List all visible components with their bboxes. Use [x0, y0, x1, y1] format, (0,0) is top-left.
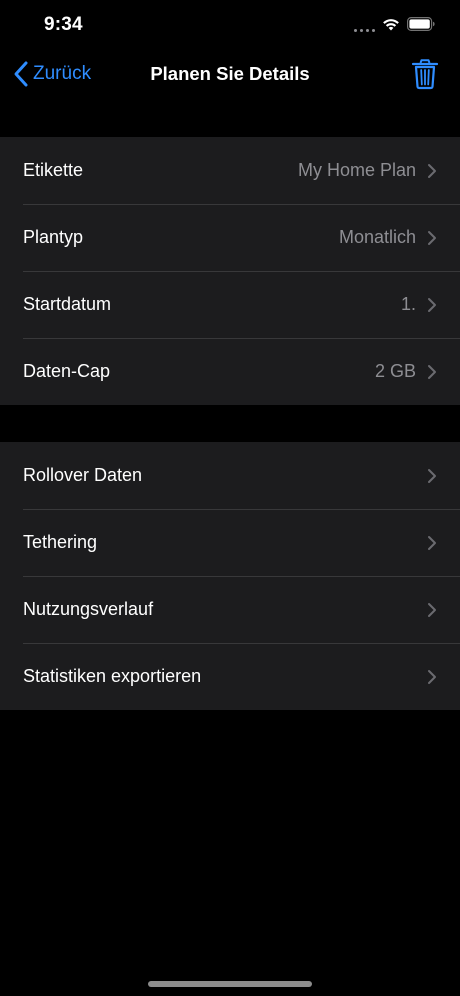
row-tethering[interactable]: Tethering — [0, 509, 460, 576]
chevron-right-icon — [428, 669, 436, 684]
row-startdatum[interactable]: Startdatum 1. — [0, 271, 460, 338]
chevron-right-icon — [428, 602, 436, 617]
row-rollover-daten[interactable]: Rollover Daten — [0, 442, 460, 509]
row-label: Statistiken exportieren — [23, 666, 202, 686]
chevron-right-icon — [428, 364, 436, 379]
plan-details-group: Etikette My Home Plan Plantyp Monatlich … — [0, 137, 460, 405]
chevron-left-icon — [14, 61, 28, 87]
row-value: My Home Plan — [297, 160, 416, 180]
row-label: Nutzungsverlauf — [23, 599, 154, 619]
row-label: Rollover Daten — [23, 465, 143, 485]
battery-icon — [407, 17, 435, 31]
chevron-right-icon — [428, 468, 436, 483]
row-value: 2 GB — [374, 361, 416, 381]
signal-icon — [354, 29, 375, 32]
row-label: Tethering — [23, 532, 98, 552]
status-time: 9:34 — [44, 14, 83, 35]
chevron-right-icon — [428, 535, 436, 550]
row-nutzungsverlauf[interactable]: Nutzungsverlauf — [0, 576, 460, 643]
row-etikette[interactable]: Etikette My Home Plan — [0, 137, 460, 204]
chevron-right-icon — [428, 230, 436, 245]
row-label: Daten-Cap — [23, 361, 111, 381]
chevron-right-icon — [428, 297, 436, 312]
status-bar: 9:34 — [0, 0, 460, 50]
back-button-label: Zurück — [33, 63, 92, 84]
home-indicator[interactable] — [148, 981, 312, 987]
back-button[interactable]: Zurück — [12, 60, 91, 88]
chevron-right-icon — [428, 163, 436, 178]
row-label: Startdatum — [23, 294, 112, 314]
row-label: Plantyp — [23, 227, 84, 247]
row-value: Monatlich — [338, 227, 416, 247]
navigation-bar: Zurück Planen Sie Details — [0, 50, 460, 98]
wifi-icon — [383, 19, 399, 31]
row-daten-cap[interactable]: Daten-Cap 2 GB — [0, 338, 460, 405]
row-value: 1. — [400, 294, 416, 314]
row-plantyp[interactable]: Plantyp Monatlich — [0, 204, 460, 271]
row-label: Etikette — [23, 160, 84, 180]
row-statistiken-exportieren[interactable]: Statistiken exportieren — [0, 643, 460, 710]
plan-actions-group: Rollover Daten Tethering Nutzungsverlauf… — [0, 442, 460, 710]
trash-icon[interactable] — [410, 58, 440, 90]
